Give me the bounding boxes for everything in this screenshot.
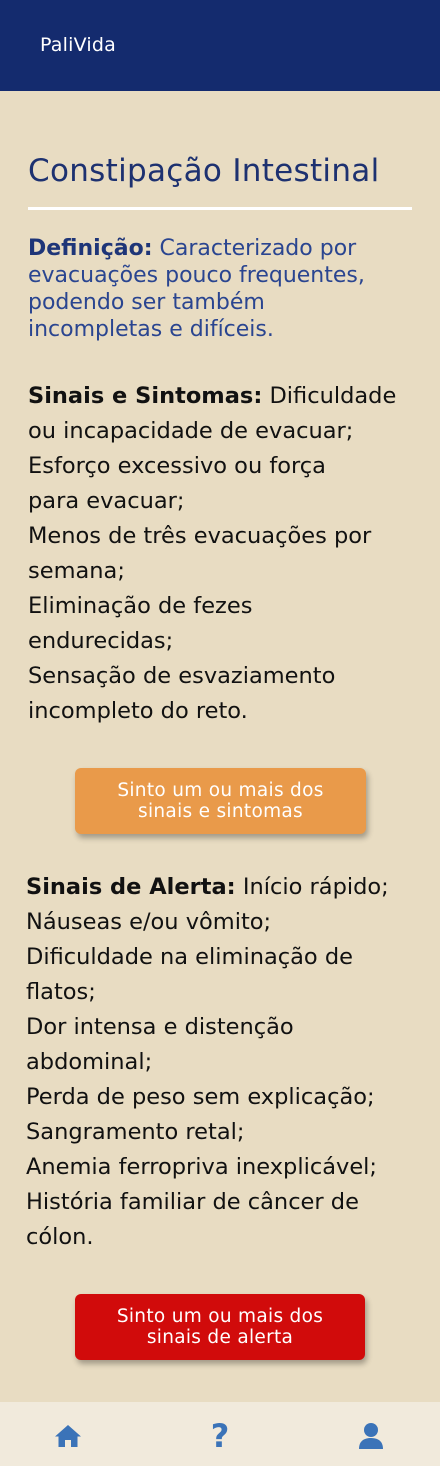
- page-title: Constipação Intestinal: [28, 153, 380, 189]
- definition-line: Definição: Caracterizado por: [28, 235, 420, 262]
- question-mark-icon: ?: [210, 1417, 230, 1455]
- alerts-line: Dor intensa e distenção: [26, 1014, 294, 1040]
- definition-label: Definição:: [28, 236, 153, 261]
- definition-line: evacuações pouco frequentes,: [28, 263, 365, 288]
- alerts-line: Anemia ferropriva inexplicável;: [26, 1154, 377, 1180]
- symptoms-line: endurecidas;: [28, 628, 174, 654]
- report-alert-button-line2: sinais de alerta: [146, 1327, 294, 1348]
- alerts-line: Perda de peso sem explicação;: [26, 1084, 375, 1110]
- alerts-line: Sinais de Alerta: Início rápido;: [26, 870, 436, 905]
- alerts-line: Sangramento retal;: [26, 1119, 245, 1145]
- alerts-text: Início rápido;: [235, 874, 389, 900]
- report-symptoms-button-line2: sinais e sintomas: [138, 801, 303, 822]
- app-title: PaliVida: [40, 34, 116, 56]
- report-alert-button[interactable]: Sinto um ou mais dos sinais de alerta: [75, 1294, 365, 1360]
- symptoms-label: Sinais e Sintomas:: [28, 383, 263, 409]
- symptoms-section: Sinais e Sintomas: Dificuldade ou incapa…: [28, 379, 420, 729]
- definition-text: Caracterizado por: [152, 236, 357, 261]
- report-symptoms-button-line1: Sinto um ou mais dos: [117, 780, 324, 801]
- alerts-line: flatos;: [26, 979, 96, 1005]
- title-divider: [28, 207, 412, 210]
- report-symptoms-button[interactable]: Sinto um ou mais dos sinais e sintomas: [75, 768, 366, 834]
- alerts-line: Náuseas e/ou vômito;: [26, 909, 272, 935]
- user-icon: [359, 1423, 383, 1449]
- symptoms-line: incompleto do reto.: [28, 698, 248, 724]
- home-icon: [55, 1425, 81, 1447]
- symptoms-line: Eliminação de fezes: [28, 593, 253, 619]
- alerts-line: abdominal;: [26, 1049, 153, 1075]
- symptoms-line: Sinais e Sintomas: Dificuldade: [28, 379, 420, 414]
- nav-home-button[interactable]: [48, 1416, 88, 1456]
- symptoms-line: ou incapacidade de evacuar;: [28, 418, 354, 444]
- definition-line: podendo ser também: [28, 290, 265, 315]
- alerts-line: Dificuldade na eliminação de: [26, 944, 353, 970]
- app-header: PaliVida: [0, 0, 440, 91]
- alerts-label: Sinais de Alerta:: [26, 874, 236, 900]
- symptoms-line: para evacuar;: [28, 488, 185, 514]
- alerts-section: Sinais de Alerta: Início rápido; Náuseas…: [26, 870, 436, 1255]
- alerts-line: História familiar de câncer de: [26, 1189, 359, 1215]
- symptoms-text: Dificuldade: [262, 383, 397, 409]
- symptoms-line: Esforço excessivo ou força: [28, 453, 326, 479]
- symptoms-line: Menos de três evacuações por: [28, 523, 372, 549]
- alerts-line: cólon.: [26, 1224, 94, 1250]
- nav-help-button[interactable]: ?: [200, 1416, 240, 1456]
- symptoms-line: Sensação de esvaziamento: [28, 663, 336, 689]
- bottom-nav: ?: [0, 1402, 440, 1466]
- definition-line: incompletas e difíceis.: [28, 317, 274, 342]
- nav-profile-button[interactable]: [351, 1416, 391, 1456]
- definition-section: Definição: Caracterizado por evacuações …: [28, 235, 420, 343]
- report-alert-button-line1: Sinto um ou mais dos: [116, 1306, 324, 1327]
- symptoms-line: semana;: [28, 558, 125, 584]
